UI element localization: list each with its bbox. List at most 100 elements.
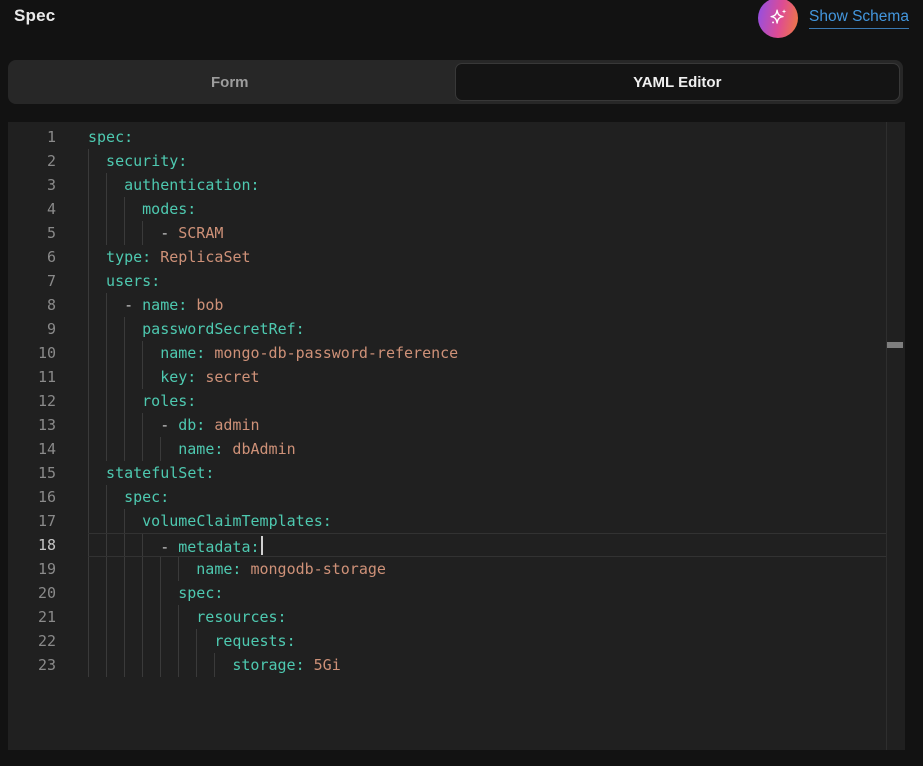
code-text: type: ReplicaSet: [88, 245, 251, 269]
indent-guide: [124, 317, 142, 341]
line-number: 10: [8, 341, 56, 365]
code-text: modes:: [88, 197, 196, 221]
indent-guide: [88, 581, 106, 605]
indent-guide: [88, 509, 106, 533]
indent-guide: [88, 317, 106, 341]
ai-assistant-button[interactable]: [758, 0, 798, 38]
indent-guide: [178, 605, 196, 629]
line-number: 15: [8, 461, 56, 485]
indent-guide: [106, 509, 124, 533]
indent-guide: [124, 365, 142, 389]
indent-guide: [88, 413, 106, 437]
code-text: roles:: [88, 389, 196, 413]
line-number: 11: [8, 365, 56, 389]
line-number: 21: [8, 605, 56, 629]
scrollbar-thumb[interactable]: [887, 342, 903, 348]
editor-line[interactable]: 7 users:: [8, 269, 905, 293]
editor-line[interactable]: 4 modes:: [8, 197, 905, 221]
indent-guide: [160, 629, 178, 653]
indent-guide: [124, 437, 142, 461]
indent-guide: [142, 653, 160, 677]
indent-guide: [124, 221, 142, 245]
line-number: 18: [8, 533, 56, 557]
indent-guide: [124, 581, 142, 605]
editor-line[interactable]: 8 - name: bob: [8, 293, 905, 317]
editor-line[interactable]: 15 statefulSet:: [8, 461, 905, 485]
yaml-editor[interactable]: 1spec:2 security:3 authentication:4 mode…: [8, 122, 905, 750]
indent-guide: [106, 533, 124, 557]
indent-guide: [106, 605, 124, 629]
indent-guide: [160, 605, 178, 629]
indent-guide: [106, 413, 124, 437]
indent-guide: [124, 605, 142, 629]
line-number: 6: [8, 245, 56, 269]
editor-line[interactable]: 13 - db: admin: [8, 413, 905, 437]
indent-guide: [88, 245, 106, 269]
indent-guide: [178, 653, 196, 677]
line-number: 14: [8, 437, 56, 461]
editor-line[interactable]: 16 spec:: [8, 485, 905, 509]
editor-lines: 1spec:2 security:3 authentication:4 mode…: [8, 122, 905, 677]
indent-guide: [142, 437, 160, 461]
code-text: authentication:: [88, 173, 260, 197]
indent-guide: [88, 485, 106, 509]
editor-line[interactable]: 6 type: ReplicaSet: [8, 245, 905, 269]
indent-guide: [160, 437, 178, 461]
indent-guide: [88, 437, 106, 461]
code-text: volumeClaimTemplates:: [88, 509, 332, 533]
editor-line[interactable]: 10 name: mongo-db-password-reference: [8, 341, 905, 365]
editor-line[interactable]: 3 authentication:: [8, 173, 905, 197]
indent-guide: [106, 557, 124, 581]
line-number: 4: [8, 197, 56, 221]
indent-guide: [88, 605, 106, 629]
code-text: name: dbAdmin: [88, 437, 296, 461]
show-schema-link[interactable]: Show Schema: [809, 8, 909, 29]
indent-guide: [160, 581, 178, 605]
indent-guide: [142, 365, 160, 389]
indent-guide: [124, 389, 142, 413]
editor-line[interactable]: 22 requests:: [8, 629, 905, 653]
editor-line[interactable]: 14 name: dbAdmin: [8, 437, 905, 461]
indent-guide: [124, 509, 142, 533]
indent-guide: [124, 341, 142, 365]
indent-guide: [106, 221, 124, 245]
line-number: 12: [8, 389, 56, 413]
indent-guide: [124, 413, 142, 437]
editor-line[interactable]: 9 passwordSecretRef:: [8, 317, 905, 341]
indent-guide: [124, 533, 142, 557]
indent-guide: [178, 557, 196, 581]
tab-yaml-editor-label: YAML Editor: [633, 74, 721, 91]
editor-line[interactable]: 1spec:: [8, 125, 905, 149]
indent-guide: [106, 173, 124, 197]
page-title: Spec: [14, 6, 55, 26]
indent-guide: [124, 557, 142, 581]
code-text: - metadata:: [88, 533, 263, 557]
indent-guide: [88, 629, 106, 653]
indent-guide: [196, 653, 214, 677]
tab-form[interactable]: Form: [8, 60, 452, 104]
indent-guide: [160, 653, 178, 677]
editor-line[interactable]: 12 roles:: [8, 389, 905, 413]
code-text: key: secret: [88, 365, 260, 389]
editor-line[interactable]: 11 key: secret: [8, 365, 905, 389]
editor-line[interactable]: 17 volumeClaimTemplates:: [8, 509, 905, 533]
editor-line[interactable]: 18 - metadata:: [8, 533, 905, 557]
editor-line[interactable]: 5 - SCRAM: [8, 221, 905, 245]
code-text: - SCRAM: [88, 221, 223, 245]
tab-yaml-editor[interactable]: YAML Editor: [455, 63, 901, 101]
indent-guide: [88, 557, 106, 581]
code-text: statefulSet:: [88, 461, 214, 485]
editor-line[interactable]: 21 resources:: [8, 605, 905, 629]
indent-guide: [124, 197, 142, 221]
line-number: 19: [8, 557, 56, 581]
line-number: 5: [8, 221, 56, 245]
editor-line[interactable]: 20 spec:: [8, 581, 905, 605]
indent-guide: [142, 581, 160, 605]
editor-line[interactable]: 19 name: mongodb-storage: [8, 557, 905, 581]
indent-guide: [88, 533, 106, 557]
sparkle-icon: [767, 7, 789, 29]
indent-guide: [142, 557, 160, 581]
editor-line[interactable]: 2 security:: [8, 149, 905, 173]
editor-line[interactable]: 23 storage: 5Gi: [8, 653, 905, 677]
code-text: spec:: [88, 125, 133, 149]
